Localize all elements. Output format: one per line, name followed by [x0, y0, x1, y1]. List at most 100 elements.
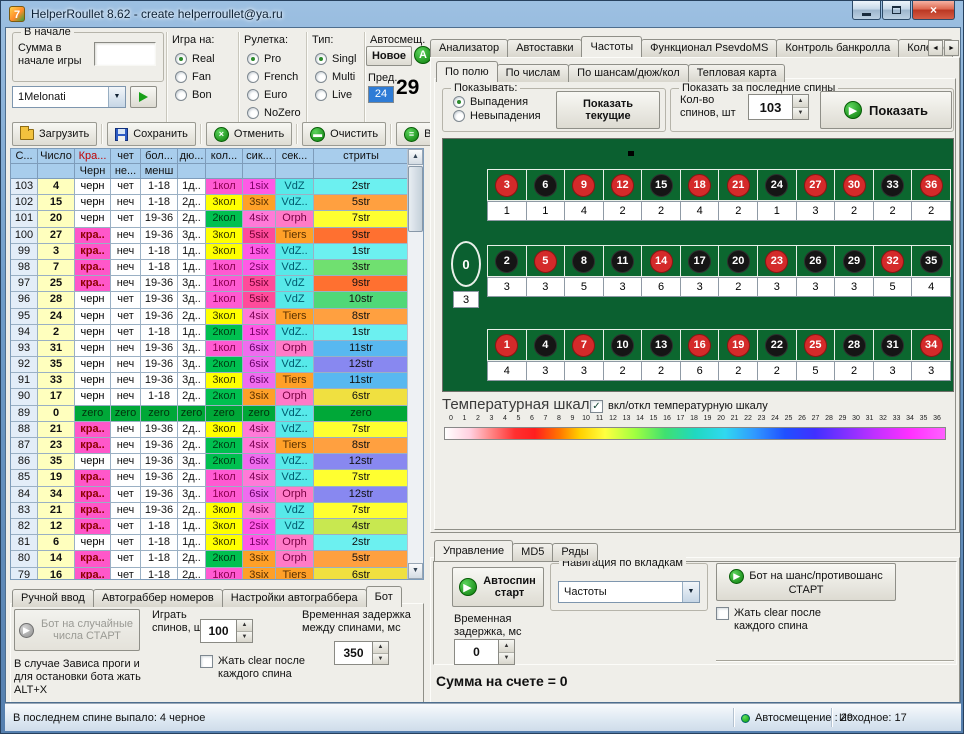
new-autoshift-button[interactable]: Новое	[366, 46, 412, 66]
input-tab-1[interactable]: Автограббер номеров	[93, 589, 223, 607]
chance-bot-button[interactable]: ▶Бот на шанс/противошанс СТАРТ	[716, 563, 896, 601]
toolbar-button-folder[interactable]: Загрузить	[12, 122, 97, 146]
field-number-cell[interactable]: 11	[603, 245, 643, 277]
input-tab-2[interactable]: Настройки автограббера	[222, 589, 367, 607]
radio-button-icon[interactable]	[247, 89, 259, 101]
spin-up-icon[interactable]: ▲	[499, 640, 514, 653]
radio-button-icon[interactable]	[247, 53, 259, 65]
control-tab-1[interactable]: MD5	[512, 543, 553, 561]
radio-button-icon[interactable]	[453, 96, 465, 108]
radio-button-icon[interactable]	[175, 53, 187, 65]
field-number-cell[interactable]: 35	[911, 245, 951, 277]
radio-option[interactable]: Real	[175, 53, 215, 65]
control-tab-0[interactable]: Управление	[434, 540, 513, 561]
table-row[interactable]: 8212кра..чет1-181д..3кол2sixVdZ4str	[11, 519, 409, 535]
main-tab-4[interactable]: Контроль банкролла	[776, 39, 899, 57]
radio-button-icon[interactable]	[175, 71, 187, 83]
field-number-cell[interactable]: 4	[526, 329, 566, 361]
close-button[interactable]: ×	[912, 1, 955, 20]
clear-after-spin-checkbox[interactable]: Жать clear после каждого спина	[200, 655, 314, 681]
spin-down-icon[interactable]: ▼	[793, 108, 808, 120]
table-row[interactable]: 9133черннеч19-363д..3кол6sixTiers11str	[11, 373, 409, 389]
table-row[interactable]: 8434кра..чет19-363д..1кол6sixOrph12str	[11, 487, 409, 503]
field-number-cell[interactable]: 18	[680, 169, 720, 201]
spins-count-value[interactable]: 100	[200, 619, 236, 643]
main-tab-2[interactable]: Частоты	[581, 36, 642, 57]
scroll-thumb[interactable]	[408, 166, 423, 232]
table-row[interactable]: 9235черннеч19-363д..2кол6sixVdZ..12str	[11, 357, 409, 373]
radio-option[interactable]: Невыпадения	[453, 110, 541, 122]
radio-button-icon[interactable]	[315, 71, 327, 83]
field-number-cell[interactable]: 24	[757, 169, 797, 201]
radio-option[interactable]: French	[247, 71, 301, 83]
checkbox-icon[interactable]	[200, 655, 213, 668]
clear-after-spin-checkbox-2[interactable]: Жать clear после каждого спина	[716, 607, 844, 633]
spin-down-icon[interactable]: ▼	[373, 654, 388, 665]
table-row[interactable]: 1034чернчет1-181д..1кол1sixVdZ2str	[11, 179, 409, 195]
titlebar[interactable]: 7 HelperRoullet 8.62 - create helperroul…	[1, 1, 963, 27]
table-row[interactable]: 9725кра..неч19-363д..1кол5sixVdZ9str	[11, 276, 409, 292]
spin-down-icon[interactable]: ▼	[499, 653, 514, 665]
spin-up-icon[interactable]: ▲	[237, 620, 252, 632]
table-row[interactable]: 9017черннеч1-182д..2кол3sixOrph6str	[11, 389, 409, 405]
field-number-cell[interactable]: 7	[564, 329, 604, 361]
radio-option[interactable]: Euro	[247, 89, 301, 101]
field-number-cell[interactable]: 31	[873, 329, 913, 361]
field-number-cell[interactable]: 15	[641, 169, 681, 201]
tab-scroll-left-icon[interactable]: ◄	[928, 40, 943, 56]
field-number-cell[interactable]: 21	[718, 169, 758, 201]
radio-option[interactable]: Singl	[315, 53, 356, 65]
table-row[interactable]: 9524чернчет19-362д..3кол4sixTiers8str	[11, 309, 409, 325]
control-delay-spinner[interactable]: 0 ▲▼	[454, 639, 515, 665]
field-number-cell[interactable]: 25	[796, 329, 836, 361]
field-number-cell[interactable]: 29	[834, 245, 874, 277]
table-row[interactable]: 8635черннеч19-363д..2кол6sixVdZ..12str	[11, 454, 409, 470]
table-row[interactable]: 10215черннеч1-182д..3кол3sixVdZ..5str	[11, 195, 409, 211]
control-delay-value[interactable]: 0	[454, 639, 498, 665]
main-tab-1[interactable]: Автоставки	[507, 39, 582, 57]
field-number-cell[interactable]: 34	[911, 329, 951, 361]
table-row[interactable]: 9628чернчет19-363д..1кол5sixVdZ10str	[11, 292, 409, 308]
spin-delay-spinner[interactable]: 350 ▲▼	[334, 641, 389, 665]
field-number-cell[interactable]: 14	[641, 245, 681, 277]
field-number-cell[interactable]: 17	[680, 245, 720, 277]
radio-option[interactable]: Выпадения	[453, 96, 541, 108]
radio-option[interactable]: NoZero	[247, 107, 301, 119]
field-number-cell[interactable]: 28	[834, 329, 874, 361]
spin-delay-value[interactable]: 350	[334, 641, 372, 665]
radio-button-icon[interactable]	[175, 89, 187, 101]
table-row[interactable]: 9331черннеч19-363д..1кол6sixOrph11str	[11, 341, 409, 357]
table-scrollbar[interactable]: ▲ ▼	[407, 149, 423, 579]
field-number-cell[interactable]: 36	[911, 169, 951, 201]
freq-tab-2[interactable]: По шансам/дюж/кол	[568, 64, 689, 82]
show-button[interactable]: ▶ Показать	[820, 91, 952, 129]
control-tab-2[interactable]: Ряды	[552, 543, 597, 561]
checkbox-icon[interactable]	[590, 400, 603, 413]
roulette-zero[interactable]: 0	[451, 241, 481, 287]
spins-number-value[interactable]: 103	[748, 94, 792, 120]
toolbar-button-cancel[interactable]: ×Отменить	[206, 122, 292, 146]
spin-up-icon[interactable]: ▲	[793, 95, 808, 108]
radio-button-icon[interactable]	[315, 53, 327, 65]
field-number-cell[interactable]: 22	[757, 329, 797, 361]
minimize-button[interactable]	[852, 1, 881, 20]
field-number-cell[interactable]: 1	[487, 329, 527, 361]
toolbar-button-clear[interactable]: ▬Очистить	[302, 122, 386, 146]
temperature-scale-checkbox[interactable]: вкл/откл температурную шкалу	[590, 400, 768, 413]
radio-option[interactable]: Bon	[175, 89, 215, 101]
radio-button-icon[interactable]	[453, 110, 465, 122]
maximize-button[interactable]	[882, 1, 911, 20]
radio-option[interactable]: Fan	[175, 71, 215, 83]
scroll-down-icon[interactable]: ▼	[408, 563, 423, 579]
field-number-cell[interactable]: 16	[680, 329, 720, 361]
toolbar-button-save[interactable]: Сохранить	[107, 122, 196, 146]
field-number-cell[interactable]: 33	[873, 169, 913, 201]
field-number-cell[interactable]: 8	[564, 245, 604, 277]
table-row[interactable]: 10027кра..неч19-363д..3кол5sixTiers9str	[11, 228, 409, 244]
radio-option[interactable]: Live	[315, 89, 356, 101]
prev-value[interactable]: 24	[368, 86, 394, 103]
table-row[interactable]: 8821кра..неч19-362д..3кол4sixVdZ..7str	[11, 422, 409, 438]
table-row[interactable]: 8723кра..неч19-362д..2кол4sixTiers8str	[11, 438, 409, 454]
main-tab-0[interactable]: Анализатор	[430, 39, 508, 57]
start-sum-input[interactable]	[94, 42, 156, 66]
